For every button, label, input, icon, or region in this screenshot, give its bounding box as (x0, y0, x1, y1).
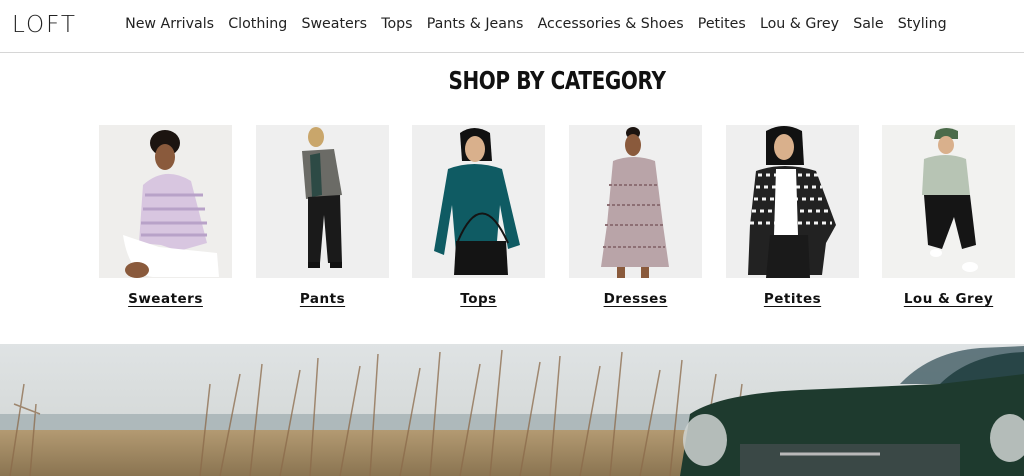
shop-by-category-title: SHOP BY CATEGORY (448, 66, 666, 95)
category-label-tops[interactable]: Tops (392, 291, 565, 307)
hero-landscape-car-image (0, 344, 1024, 476)
nav-sale[interactable]: Sale (846, 16, 891, 32)
category-image-sweaters[interactable] (99, 125, 232, 278)
model-tops-image (412, 125, 545, 278)
model-dresses-image (569, 125, 702, 278)
category-image-dresses[interactable] (569, 125, 702, 278)
model-sweaters-image (99, 125, 232, 278)
model-lou-grey-image (882, 125, 1015, 278)
category-petites: Petites (726, 125, 859, 307)
site-header: LOFT New Arrivals Clothing Sweaters Tops… (0, 0, 1024, 53)
nav-new-arrivals[interactable]: New Arrivals (118, 16, 221, 32)
category-label-petites[interactable]: Petites (706, 291, 879, 307)
category-image-tops[interactable] (412, 125, 545, 278)
nav-pants-jeans[interactable]: Pants & Jeans (420, 16, 531, 32)
nav-sweaters[interactable]: Sweaters (294, 16, 374, 32)
main-nav: New Arrivals Clothing Sweaters Tops Pant… (118, 16, 954, 32)
nav-tops[interactable]: Tops (374, 16, 420, 32)
category-label-sweaters[interactable]: Sweaters (79, 291, 252, 307)
category-sweaters: Sweaters (99, 125, 232, 307)
nav-clothing[interactable]: Clothing (221, 16, 294, 32)
nav-styling[interactable]: Styling (891, 16, 954, 32)
nav-accessories-shoes[interactable]: Accessories & Shoes (530, 16, 690, 32)
category-pants: Pants (256, 125, 389, 307)
loft-logo[interactable]: LOFT (12, 12, 77, 38)
category-image-lou-grey[interactable] (882, 125, 1015, 278)
model-pants-image (256, 125, 389, 278)
category-image-petites[interactable] (726, 125, 859, 278)
category-label-lou-grey[interactable]: Lou & Grey (862, 291, 1024, 307)
category-tops: Tops (412, 125, 545, 307)
nav-lou-grey[interactable]: Lou & Grey (753, 16, 846, 32)
category-dresses: Dresses (569, 125, 702, 307)
category-label-pants[interactable]: Pants (236, 291, 409, 307)
model-petites-image (726, 125, 859, 278)
category-label-dresses[interactable]: Dresses (549, 291, 722, 307)
hero-banner[interactable] (0, 344, 1024, 476)
category-lou-grey: Lou & Grey (882, 125, 1015, 307)
nav-petites[interactable]: Petites (691, 16, 753, 32)
category-image-pants[interactable] (256, 125, 389, 278)
